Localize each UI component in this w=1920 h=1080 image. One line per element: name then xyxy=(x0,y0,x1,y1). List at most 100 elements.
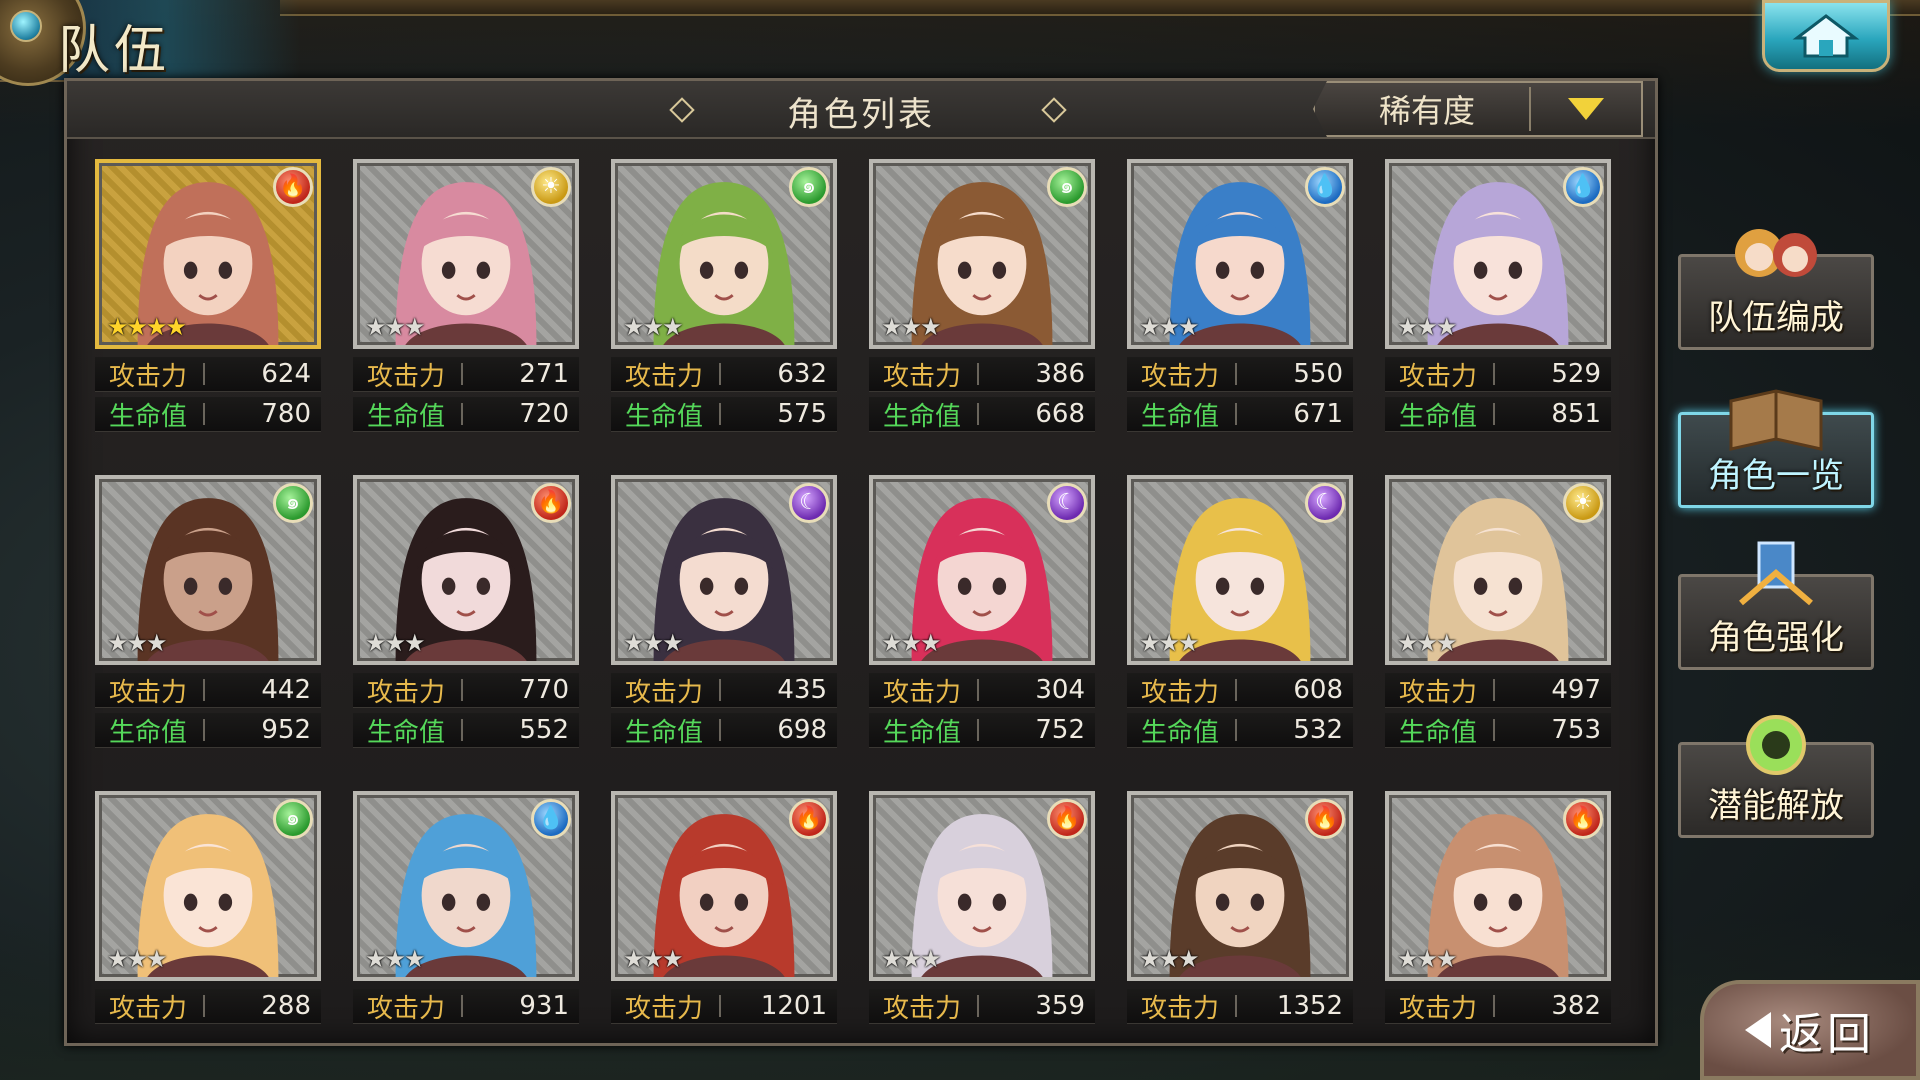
attack-value: 1201 xyxy=(760,991,827,1021)
character-card[interactable]: 🔥 ★★★ 攻击力 359 xyxy=(869,791,1095,1073)
moon-icon: ☾ xyxy=(1305,483,1345,523)
book-icon xyxy=(1729,389,1823,451)
character-card[interactable]: 💧 ★★★ 攻击力 931 xyxy=(353,791,579,1073)
hp-value: 668 xyxy=(1035,399,1085,429)
rarity-stars: ★★★ xyxy=(107,945,168,973)
attack-stat-row: 攻击力 608 xyxy=(1127,673,1353,708)
attack-label: 攻击力 xyxy=(367,361,446,392)
hp-stat-row: 生命值 532 xyxy=(1127,713,1353,748)
character-card[interactable]: 🔥 ★★★ 攻击力 1201 xyxy=(611,791,837,1073)
character-portrait[interactable]: ☾ ★★★ xyxy=(611,475,837,665)
side-menu-label: 角色强化 xyxy=(1708,618,1844,658)
attack-stat-row: 攻击力 624 xyxy=(95,357,321,392)
hp-label: 生命值 xyxy=(1141,717,1220,748)
character-portrait[interactable]: ☾ ★★★ xyxy=(869,475,1095,665)
rarity-stars: ★★★ xyxy=(881,313,942,341)
rarity-stars: ★★★ xyxy=(1397,945,1458,973)
character-card[interactable]: 💧 ★★★ 攻击力 550 生命值 671 xyxy=(1127,159,1353,441)
sort-dropdown[interactable]: 稀有度 xyxy=(1313,81,1643,137)
character-card[interactable]: ☾ ★★★ 攻击力 304 生命值 752 xyxy=(869,475,1095,757)
hp-stat-row: 生命值 575 xyxy=(611,397,837,432)
character-portrait[interactable]: 🔥 ★★★ xyxy=(353,475,579,665)
attack-stat-row: 攻击力 529 xyxy=(1385,357,1611,392)
character-card[interactable]: ๑ ★★★ 攻击力 288 xyxy=(95,791,321,1073)
attack-value: 624 xyxy=(261,359,311,389)
character-card[interactable]: 🔥 ★★★ 攻击力 1352 xyxy=(1127,791,1353,1073)
character-portrait[interactable]: 🔥 ★★★★ xyxy=(95,159,321,349)
character-card[interactable]: ๑ ★★★ 攻击力 632 生命值 575 xyxy=(611,159,837,441)
side-menu-button[interactable]: 角色强化 xyxy=(1678,541,1874,670)
attack-value: 632 xyxy=(777,359,827,389)
fire-icon: 🔥 xyxy=(1305,799,1345,839)
rarity-stars: ★★★ xyxy=(365,629,426,657)
character-portrait[interactable]: 💧 ★★★ xyxy=(1127,159,1353,349)
attack-label: 攻击力 xyxy=(109,677,188,708)
character-card[interactable]: ๑ ★★★ 攻击力 386 生命值 668 xyxy=(869,159,1095,441)
back-button[interactable]: 返回 xyxy=(1700,980,1920,1080)
fire-icon: 🔥 xyxy=(273,167,313,207)
character-portrait[interactable]: 🔥 ★★★ xyxy=(1385,791,1611,981)
water-drop-icon: 💧 xyxy=(531,799,571,839)
attack-label: 攻击力 xyxy=(883,993,962,1024)
back-arrow-icon xyxy=(1745,1012,1771,1048)
attack-value: 288 xyxy=(261,991,311,1021)
hp-label: 生命值 xyxy=(883,401,962,432)
character-portrait[interactable]: ☀ ★★★ xyxy=(353,159,579,349)
side-menu-button[interactable]: 角色一览 xyxy=(1678,389,1874,508)
character-card[interactable]: ☀ ★★★ 攻击力 497 生命值 753 xyxy=(1385,475,1611,757)
moon-icon: ☾ xyxy=(1047,483,1087,523)
attack-stat-row: 攻击力 931 xyxy=(353,989,579,1024)
attack-value: 550 xyxy=(1293,359,1343,389)
top-frame xyxy=(280,0,1920,16)
sort-arrow[interactable] xyxy=(1531,98,1641,120)
water-drop-icon: 💧 xyxy=(1563,167,1603,207)
hp-label: 生命值 xyxy=(367,401,446,432)
attack-stat-row: 攻击力 632 xyxy=(611,357,837,392)
home-button[interactable] xyxy=(1762,0,1890,72)
character-portrait[interactable]: 🔥 ★★★ xyxy=(1127,791,1353,981)
hp-stat-row: 生命值 851 xyxy=(1385,397,1611,432)
character-portrait[interactable]: 💧 ★★★ xyxy=(353,791,579,981)
attack-stat-row: 攻击力 382 xyxy=(1385,989,1611,1024)
sun-icon: ☀ xyxy=(1563,483,1603,523)
side-menu-button[interactable]: 队伍编成 xyxy=(1678,229,1874,350)
enhance-icon xyxy=(1739,541,1813,606)
attack-label: 攻击力 xyxy=(1399,361,1478,392)
attack-label: 攻击力 xyxy=(1141,993,1220,1024)
wind-icon: ๑ xyxy=(273,483,313,523)
attack-label: 攻击力 xyxy=(109,993,188,1024)
character-portrait[interactable]: ๑ ★★★ xyxy=(95,791,321,981)
character-card[interactable]: ☀ ★★★ 攻击力 271 生命值 720 xyxy=(353,159,579,441)
character-portrait[interactable]: ๑ ★★★ xyxy=(869,159,1095,349)
attack-value: 386 xyxy=(1035,359,1085,389)
rarity-stars: ★★★ xyxy=(623,629,684,657)
character-portrait[interactable]: 💧 ★★★ xyxy=(1385,159,1611,349)
character-card[interactable]: 💧 ★★★ 攻击力 529 生命值 851 xyxy=(1385,159,1611,441)
hp-label: 生命值 xyxy=(883,717,962,748)
character-portrait[interactable]: 🔥 ★★★ xyxy=(869,791,1095,981)
character-card[interactable]: 🔥 ★★★★ 攻击力 624 生命值 780 xyxy=(95,159,321,441)
character-portrait[interactable]: ๑ ★★★ xyxy=(611,159,837,349)
attack-stat-row: 攻击力 271 xyxy=(353,357,579,392)
attack-value: 304 xyxy=(1035,675,1085,705)
hp-value: 851 xyxy=(1551,399,1601,429)
character-portrait[interactable]: ☾ ★★★ xyxy=(1127,475,1353,665)
character-portrait[interactable]: ☀ ★★★ xyxy=(1385,475,1611,665)
hp-label: 生命值 xyxy=(109,717,188,748)
wind-icon: ๑ xyxy=(273,799,313,839)
character-portrait[interactable]: 🔥 ★★★ xyxy=(611,791,837,981)
side-menu-label: 角色一览 xyxy=(1708,456,1844,496)
character-card[interactable]: 🔥 ★★★ 攻击力 382 xyxy=(1385,791,1611,1073)
side-menu-label: 队伍编成 xyxy=(1708,298,1844,338)
wind-icon: ๑ xyxy=(1047,167,1087,207)
character-card[interactable]: ๑ ★★★ 攻击力 442 生命值 952 xyxy=(95,475,321,757)
rarity-stars: ★★★ xyxy=(623,945,684,973)
side-menu-button[interactable]: 潜能解放 xyxy=(1678,715,1874,838)
character-card[interactable]: ☾ ★★★ 攻击力 608 生命值 532 xyxy=(1127,475,1353,757)
character-portrait[interactable]: ๑ ★★★ xyxy=(95,475,321,665)
attack-label: 攻击力 xyxy=(883,677,962,708)
moon-icon: ☾ xyxy=(789,483,829,523)
character-card[interactable]: 🔥 ★★★ 攻击力 770 生命值 552 xyxy=(353,475,579,757)
character-card[interactable]: ☾ ★★★ 攻击力 435 生命值 698 xyxy=(611,475,837,757)
orb-icon xyxy=(1746,715,1806,775)
